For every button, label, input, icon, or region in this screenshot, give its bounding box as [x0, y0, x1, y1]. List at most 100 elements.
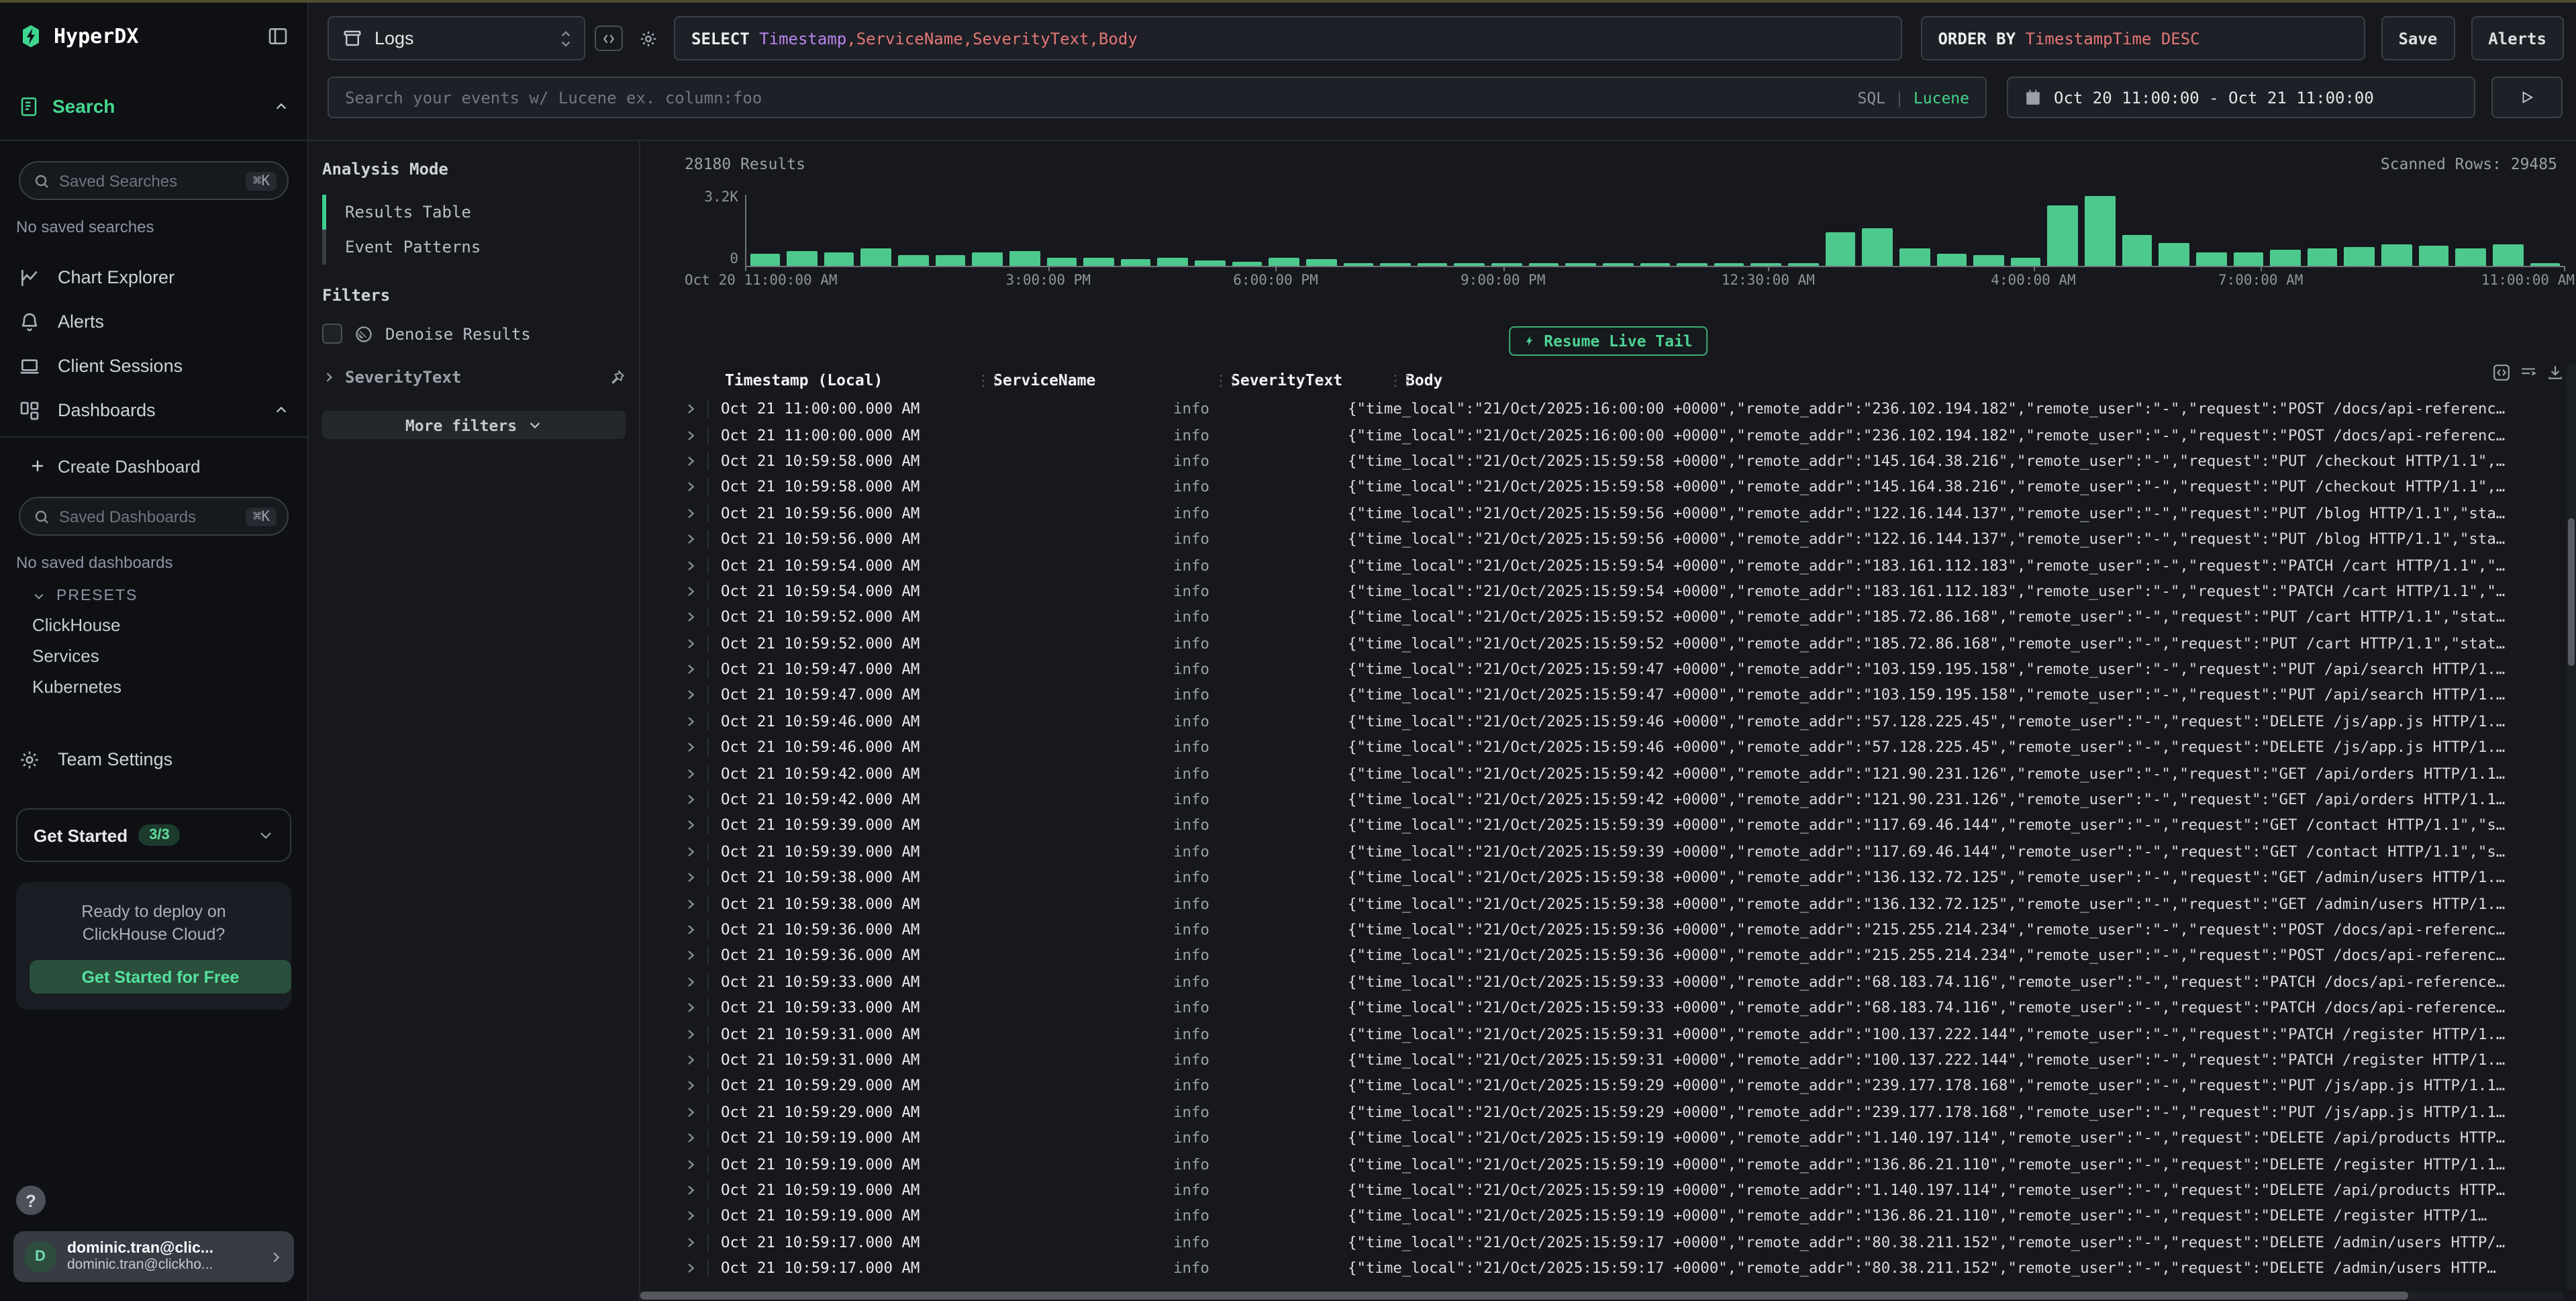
table-row[interactable]: Oct 21 11:00:00.000 AMinfo{"time_local":… — [685, 422, 2564, 448]
histogram-bar[interactable] — [2270, 250, 2300, 266]
row-expander-icon[interactable] — [685, 612, 707, 624]
table-row[interactable]: Oct 21 10:59:33.000 AMinfo{"time_local":… — [685, 969, 2564, 995]
saved-searches-input[interactable]: Saved Searches ⌘K — [19, 161, 289, 200]
create-dashboard-button[interactable]: Create Dashboard — [0, 446, 307, 486]
table-row[interactable]: Oct 21 10:59:39.000 AMinfo{"time_local":… — [685, 813, 2564, 839]
row-expander-icon[interactable] — [685, 689, 707, 702]
histogram-bar[interactable] — [824, 252, 854, 266]
pin-icon[interactable] — [608, 369, 626, 386]
table-row[interactable]: Oct 21 10:59:58.000 AMinfo{"time_local":… — [685, 474, 2564, 500]
histogram-bar[interactable] — [2233, 252, 2263, 266]
row-expander-icon[interactable] — [685, 637, 707, 649]
horizontal-scrollbar[interactable] — [640, 1292, 2563, 1300]
row-expander-icon[interactable] — [685, 508, 707, 520]
preset-clickhouse[interactable]: ClickHouse — [0, 610, 307, 640]
preset-services[interactable]: Services — [0, 640, 307, 671]
table-row[interactable]: Oct 21 10:59:33.000 AMinfo{"time_local":… — [685, 995, 2564, 1021]
table-row[interactable]: Oct 21 10:59:47.000 AMinfo{"time_local":… — [685, 683, 2564, 709]
histogram-bar[interactable] — [1009, 251, 1040, 266]
histogram-bar[interactable] — [2085, 196, 2115, 266]
histogram-bar[interactable] — [2011, 258, 2041, 266]
mode-results-table[interactable]: Results Table — [322, 195, 626, 230]
sidebar-item-team-settings[interactable]: Team Settings — [0, 737, 307, 781]
histogram-bar[interactable] — [1825, 232, 1855, 266]
row-expander-icon[interactable] — [685, 559, 707, 571]
histogram-bar[interactable] — [1158, 258, 1188, 266]
histogram-bar[interactable] — [2308, 248, 2338, 266]
column-header-servicename[interactable]: ⋮⋮ServiceName — [976, 371, 1213, 389]
table-row[interactable]: Oct 21 10:59:58.000 AMinfo{"time_local":… — [685, 448, 2564, 475]
table-row[interactable]: Oct 21 10:59:36.000 AMinfo{"time_local":… — [685, 917, 2564, 943]
table-row[interactable]: Oct 21 10:59:38.000 AMinfo{"time_local":… — [685, 865, 2564, 891]
table-row[interactable]: Oct 21 10:59:17.000 AMinfo{"time_local":… — [685, 1255, 2564, 1282]
column-header-body[interactable]: ⋮⋮Body — [1388, 371, 2544, 389]
table-row[interactable]: Oct 21 10:59:38.000 AMinfo{"time_local":… — [685, 891, 2564, 917]
table-row[interactable]: Oct 21 10:59:29.000 AMinfo{"time_local":… — [685, 1099, 2564, 1125]
vertical-scrollbar[interactable] — [2567, 364, 2576, 1290]
histogram-plot[interactable] — [745, 195, 2564, 267]
table-row[interactable]: Oct 21 10:59:42.000 AMinfo{"time_local":… — [685, 787, 2564, 813]
row-expander-icon[interactable] — [685, 1184, 707, 1196]
row-expander-icon[interactable] — [685, 1210, 707, 1222]
row-expander-icon[interactable] — [685, 898, 707, 910]
sidebar-item-alerts[interactable]: Alerts — [0, 299, 307, 344]
row-expander-icon[interactable] — [685, 950, 707, 962]
row-expander-icon[interactable] — [685, 1028, 707, 1040]
histogram-bar[interactable] — [1973, 255, 2003, 266]
table-row[interactable]: Oct 21 10:59:19.000 AMinfo{"time_local":… — [685, 1203, 2564, 1229]
histogram-bar[interactable] — [973, 252, 1003, 266]
row-expander-icon[interactable] — [685, 481, 707, 493]
histogram-bar[interactable] — [1863, 228, 1893, 266]
sidebar-item-client-sessions[interactable]: Client Sessions — [0, 344, 307, 388]
table-row[interactable]: Oct 21 10:59:42.000 AMinfo{"time_local":… — [685, 761, 2564, 787]
row-expander-icon[interactable] — [685, 1106, 707, 1118]
table-row[interactable]: Oct 21 10:59:36.000 AMinfo{"time_local":… — [685, 943, 2564, 969]
table-row[interactable]: Oct 21 10:59:56.000 AMinfo{"time_local":… — [685, 500, 2564, 526]
expand-json-icon[interactable] — [2493, 364, 2510, 381]
row-expander-icon[interactable] — [685, 533, 707, 545]
row-expander-icon[interactable] — [685, 820, 707, 832]
row-expander-icon[interactable] — [685, 924, 707, 936]
histogram-bar[interactable] — [2344, 247, 2375, 266]
run-query-button[interactable] — [2491, 77, 2563, 118]
row-expander-icon[interactable] — [685, 976, 707, 988]
time-range-picker[interactable]: Oct 20 11:00:00 - Oct 21 11:00:00 — [2007, 77, 2475, 118]
table-row[interactable]: Oct 21 10:59:52.000 AMinfo{"time_local":… — [685, 604, 2564, 630]
table-row[interactable]: Oct 21 10:59:54.000 AMinfo{"time_local":… — [685, 578, 2564, 604]
sidebar-item-chart-explorer[interactable]: Chart Explorer — [0, 255, 307, 299]
select-clause-input[interactable]: SELECT Timestamp ,ServiceName,SeverityTe… — [674, 16, 1901, 60]
save-button[interactable]: Save — [2381, 16, 2455, 60]
histogram-bar[interactable] — [1083, 258, 1113, 266]
row-expander-icon[interactable] — [685, 1262, 707, 1274]
lucene-toggle[interactable]: Lucene — [1914, 88, 1969, 107]
histogram-bar[interactable] — [2048, 205, 2078, 266]
row-expander-icon[interactable] — [685, 403, 707, 415]
histogram-bar[interactable] — [935, 255, 965, 266]
row-expander-icon[interactable] — [685, 1054, 707, 1066]
histogram-bar[interactable] — [2381, 244, 2412, 266]
more-filters-button[interactable]: More filters — [322, 411, 626, 439]
table-row[interactable]: Oct 21 10:59:19.000 AMinfo{"time_local":… — [685, 1125, 2564, 1151]
saved-dashboards-input[interactable]: Saved Dashboards ⌘K — [19, 497, 289, 536]
table-row[interactable]: Oct 21 10:59:29.000 AMinfo{"time_local":… — [685, 1073, 2564, 1099]
histogram-bar[interactable] — [1195, 260, 1225, 266]
histogram-bar[interactable] — [2196, 252, 2226, 266]
column-resize-handle[interactable]: ⋮⋮ — [1388, 372, 1412, 389]
row-expander-icon[interactable] — [685, 846, 707, 858]
histogram-bar[interactable] — [1936, 254, 1967, 266]
table-row[interactable]: Oct 21 11:00:00.000 AMinfo{"time_local":… — [685, 396, 2564, 422]
row-expander-icon[interactable] — [685, 429, 707, 441]
get-started-toggle[interactable]: Get Started 3/3 — [16, 808, 291, 862]
histogram-bar[interactable] — [2122, 235, 2152, 266]
histogram-bar[interactable] — [787, 251, 817, 266]
row-expander-icon[interactable] — [685, 716, 707, 728]
presets-toggle[interactable]: PRESETS — [32, 588, 307, 604]
table-row[interactable]: Oct 21 10:59:46.000 AMinfo{"time_local":… — [685, 708, 2564, 734]
histogram-bar[interactable] — [2493, 244, 2523, 266]
histogram-bar[interactable] — [750, 254, 780, 266]
table-row[interactable]: Oct 21 10:59:31.000 AMinfo{"time_local":… — [685, 1047, 2564, 1073]
scrollbar-thumb[interactable] — [2568, 518, 2575, 666]
table-row[interactable]: Oct 21 10:59:46.000 AMinfo{"time_local":… — [685, 734, 2564, 761]
row-expander-icon[interactable] — [685, 663, 707, 675]
column-resize-handle[interactable]: ⋮⋮ — [976, 372, 1000, 389]
